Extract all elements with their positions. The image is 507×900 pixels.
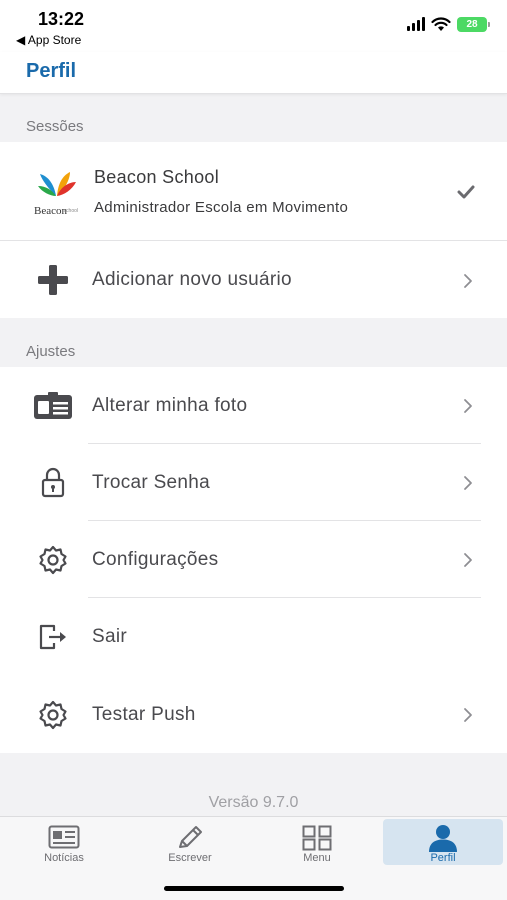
wifi-icon [431, 16, 451, 31]
chevron-right-icon [464, 274, 472, 288]
sessions-group: Beacon school Beacon School Administrado… [0, 142, 507, 318]
navigation-bar: Perfil [0, 52, 507, 94]
cellular-signal-icon [407, 17, 425, 31]
tab-label: Menu [303, 852, 331, 864]
account-row[interactable]: Beacon school Beacon School Administrado… [0, 142, 507, 240]
logout-label: Sair [92, 626, 127, 647]
tab-perfil[interactable]: Perfil [383, 819, 503, 865]
battery-indicator: 28 [457, 16, 490, 32]
settings-section-header: Ajustes [26, 343, 76, 360]
id-card-icon [34, 392, 72, 419]
status-time: 13:22 [38, 9, 85, 29]
chevron-right-icon [464, 708, 472, 722]
logout-icon [39, 624, 66, 650]
chevron-right-icon [464, 399, 472, 413]
plus-icon [32, 263, 74, 297]
home-indicator [164, 886, 344, 891]
status-bar: 13:22 ◀ App Store 28 [0, 0, 507, 52]
page-title: Perfil [26, 60, 77, 82]
add-user-label: Adicionar novo usuário [92, 269, 292, 290]
tab-label: Escrever [168, 852, 212, 864]
logo-subtext: school [63, 208, 78, 214]
checkmark-icon [457, 185, 475, 199]
tab-label: Perfil [430, 852, 456, 864]
grid-icon [302, 825, 332, 851]
settings-row[interactable]: Configurações [0, 521, 507, 598]
status-icons: 28 [407, 14, 490, 34]
gear-icon [39, 700, 67, 730]
tab-label: Notícias [44, 852, 84, 864]
tab-escrever[interactable]: Escrever [130, 819, 250, 865]
change-photo-label: Alterar minha foto [92, 395, 248, 416]
gear-icon [39, 545, 67, 575]
newspaper-icon [48, 825, 80, 849]
butterfly-logo-icon [38, 172, 76, 196]
change-password-row[interactable]: Trocar Senha [0, 444, 507, 521]
person-icon [429, 825, 457, 852]
add-user-row[interactable]: Adicionar novo usuário [0, 241, 507, 318]
back-to-app-store-link[interactable]: ◀ App Store [16, 33, 81, 47]
chevron-right-icon [464, 553, 472, 567]
account-school-name: Beacon School [94, 167, 219, 187]
logout-row[interactable]: Sair [0, 598, 507, 675]
change-photo-row[interactable]: Alterar minha foto [0, 367, 507, 444]
app-version: Versão 9.7.0 [208, 794, 299, 811]
tab-menu[interactable]: Menu [257, 819, 377, 865]
settings-group: Alterar minha foto Trocar Senha Configur… [0, 367, 507, 753]
tab-noticias[interactable]: Notícias [4, 819, 124, 865]
change-password-label: Trocar Senha [92, 472, 211, 493]
school-logo: Beacon school [34, 170, 80, 217]
test-push-row[interactable]: Testar Push [0, 676, 507, 753]
chevron-right-icon [464, 476, 472, 490]
sessions-section-header: Sessões [26, 118, 84, 135]
test-push-label: Testar Push [92, 704, 196, 725]
settings-label: Configurações [92, 549, 219, 570]
pencil-icon [179, 826, 202, 848]
lock-icon [41, 467, 65, 498]
account-role: Administrador Escola em Movimento [94, 199, 349, 216]
